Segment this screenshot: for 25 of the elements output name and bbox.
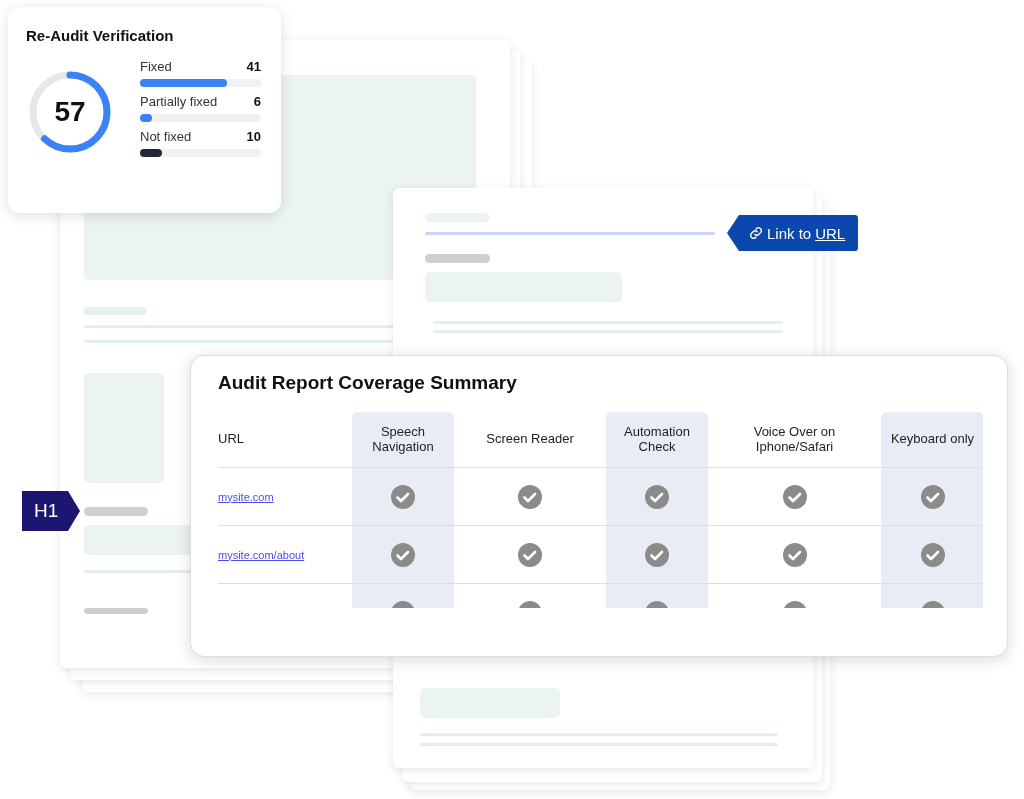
column-header: Screen Reader [485, 432, 575, 447]
status-label: Partially fixed [140, 94, 218, 109]
column-header: Speech Navigation [371, 424, 435, 455]
column-header: Keyboard only [889, 432, 976, 447]
status-count: 41 [246, 59, 261, 74]
link-icon [749, 226, 763, 240]
url-link[interactable]: URL [815, 224, 846, 242]
status-count: 10 [246, 129, 261, 144]
heading-badge: H1 [22, 491, 80, 531]
placeholder-line [84, 507, 148, 516]
placeholder-line [84, 307, 147, 315]
status-label: Not fixed [140, 129, 192, 144]
column-header: Automation Check [623, 424, 691, 455]
url-link[interactable]: mysite.com [218, 490, 274, 503]
placeholder-line [84, 608, 148, 614]
url-link[interactable]: mysite.com/about [218, 548, 305, 561]
column-header: Voice Over on Iphone/Safari [752, 424, 837, 455]
total-count: 57 [53, 96, 87, 128]
table-title: Audit Report Coverage Summary [218, 372, 518, 394]
card-title: Re-Audit Verification [26, 27, 175, 44]
column-header: URL [218, 432, 244, 447]
status-label: Fixed [140, 59, 172, 74]
badge-text: Link to [767, 224, 812, 242]
placeholder-line [425, 254, 490, 263]
status-count: 6 [253, 94, 261, 109]
